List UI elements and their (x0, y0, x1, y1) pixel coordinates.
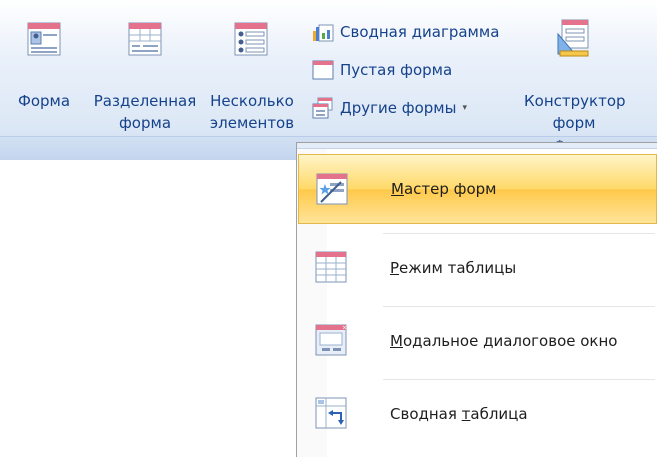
menu-item-datasheet-accel: Р (390, 259, 400, 277)
blank-form-button[interactable]: Пустая форма (312, 56, 452, 84)
pivot-chart-label: Сводная диаграмма (340, 23, 500, 41)
ribbon: Форма Разделенная форма Несколько элемен… (0, 0, 657, 160)
form-icon (27, 22, 61, 56)
blank-form-label: Пустая форма (340, 61, 453, 79)
form-label-line1: Форма (17, 92, 71, 110)
split-form-label-line1: Разделенная (93, 92, 197, 110)
pivot-chart-button[interactable]: Сводная диаграмма (312, 18, 499, 46)
form-button[interactable]: Форма (8, 12, 80, 132)
menu-item-form-wizard[interactable]: Мастер форм (298, 154, 657, 224)
menu-top-strip (297, 143, 657, 149)
menu-item-pivot-table-rest: аблица (470, 405, 528, 423)
split-form-label-line2: форма (118, 114, 172, 132)
menu-item-form-wizard-label: Мастер форм (391, 180, 497, 198)
menu-item-modal-dialog-label: Модальное диалоговое окно (390, 332, 617, 350)
more-forms-button[interactable]: Другие формы ▾ (312, 94, 467, 122)
menu-item-modal-dialog-rest: одальное диалоговое окно (402, 332, 618, 350)
menu-item-form-wizard-rest: астер форм (403, 180, 497, 198)
menu-item-datasheet[interactable]: Режим таблицы (298, 233, 657, 303)
split-form-button[interactable]: Разделенная форма (86, 12, 204, 132)
form-design-icon (557, 19, 589, 57)
multiple-items-label-line2: элементов (209, 114, 295, 132)
pivot-table-icon (315, 397, 347, 429)
modal-dialog-icon: × (315, 324, 347, 356)
menu-item-pivot-table-before: Сводная (390, 405, 462, 423)
more-forms-label: Другие формы (340, 99, 457, 117)
blank-form-icon (312, 60, 334, 80)
menu-item-form-wizard-accel: М (391, 180, 404, 198)
multiple-items-icon (234, 22, 268, 56)
multiple-items-button[interactable]: Несколько элементов (204, 12, 300, 132)
menu-item-datasheet-label: Режим таблицы (390, 259, 516, 277)
svg-text:×: × (342, 325, 347, 332)
more-forms-icon (312, 97, 333, 119)
pivot-chart-icon (313, 24, 334, 42)
menu-item-pivot-table-label: Сводная таблица (390, 405, 528, 423)
menu-item-modal-dialog[interactable]: × Модальное диалоговое окно (298, 306, 657, 376)
menu-item-pivot-table[interactable]: Сводная таблица (298, 379, 657, 449)
form-design-label-line1: Конструктор (524, 92, 626, 110)
datasheet-icon (315, 251, 347, 283)
menu-item-modal-dialog-accel: М (390, 332, 403, 350)
form-design-button[interactable]: Конструктор форм (524, 12, 626, 132)
menu-item-datasheet-rest: ежим таблицы (399, 259, 517, 277)
more-forms-menu: Мастер форм Режим таблицы × Модальное ди… (296, 142, 657, 457)
form-wizard-icon (316, 173, 348, 205)
split-form-icon (128, 22, 162, 56)
chevron-down-icon: ▾ (462, 103, 467, 113)
multiple-items-label-line1: Несколько (210, 92, 294, 110)
form-design-label-line2: форм (552, 114, 596, 132)
